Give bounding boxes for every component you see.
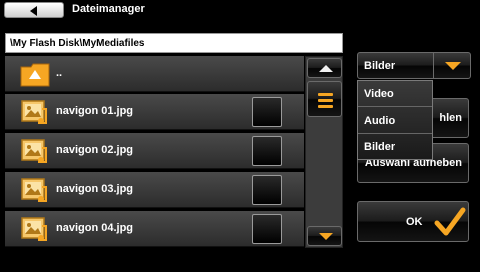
dropdown-option-bilder[interactable]: Bilder	[358, 134, 432, 160]
file-name: navigon 02.jpg	[56, 144, 134, 156]
file-list: .. navigon 01.jpg navigon 02.jpg navigon…	[5, 56, 304, 248]
file-checkbox[interactable]	[252, 175, 282, 205]
media-type-dropdown: Video Audio Bilder	[357, 80, 433, 160]
select-all-label: hlen	[439, 112, 462, 124]
list-item[interactable]: navigon 04.jpg	[5, 211, 304, 247]
triangle-down-icon	[319, 233, 333, 240]
dropdown-toggle[interactable]	[433, 53, 470, 78]
list-item[interactable]: navigon 02.jpg	[5, 133, 304, 169]
media-type-value: Bilder	[364, 60, 396, 72]
list-item-parent-folder[interactable]: ..	[5, 56, 304, 92]
triangle-up-icon	[319, 65, 333, 72]
file-checkbox[interactable]	[252, 214, 282, 244]
file-name: navigon 04.jpg	[56, 222, 134, 234]
scroll-up-button[interactable]	[307, 58, 342, 78]
grip-line-icon	[318, 99, 333, 102]
page-title: Dateimanager	[72, 3, 145, 15]
ok-button[interactable]: OK	[357, 201, 469, 242]
image-file-icon	[21, 139, 47, 163]
path-field: \My Flash Disk\MyMediafiles	[5, 33, 343, 53]
media-type-select[interactable]: Bilder	[357, 52, 471, 79]
file-checkbox[interactable]	[252, 136, 282, 166]
grip-line-icon	[318, 105, 333, 108]
file-name: ..	[56, 67, 63, 79]
image-file-icon	[21, 217, 47, 241]
folder-up-icon	[20, 63, 50, 87]
file-checkbox[interactable]	[252, 97, 282, 127]
arrow-left-icon	[30, 6, 37, 16]
grip-line-icon	[318, 93, 333, 96]
chevron-down-icon	[445, 62, 461, 70]
dropdown-option-audio[interactable]: Audio	[358, 108, 432, 134]
list-item[interactable]: navigon 01.jpg	[5, 94, 304, 130]
file-name: navigon 03.jpg	[56, 183, 134, 195]
back-button[interactable]	[4, 2, 64, 18]
scroll-thumb[interactable]	[307, 81, 342, 117]
image-file-icon	[21, 100, 47, 124]
scrollbar[interactable]	[305, 56, 343, 248]
list-item[interactable]: navigon 03.jpg	[5, 172, 304, 208]
file-name: navigon 01.jpg	[56, 105, 134, 117]
ok-label: OK	[406, 216, 423, 228]
checkmark-icon	[434, 207, 466, 236]
scroll-down-button[interactable]	[307, 226, 342, 246]
dropdown-option-video[interactable]: Video	[358, 81, 432, 107]
image-file-icon	[21, 178, 47, 202]
